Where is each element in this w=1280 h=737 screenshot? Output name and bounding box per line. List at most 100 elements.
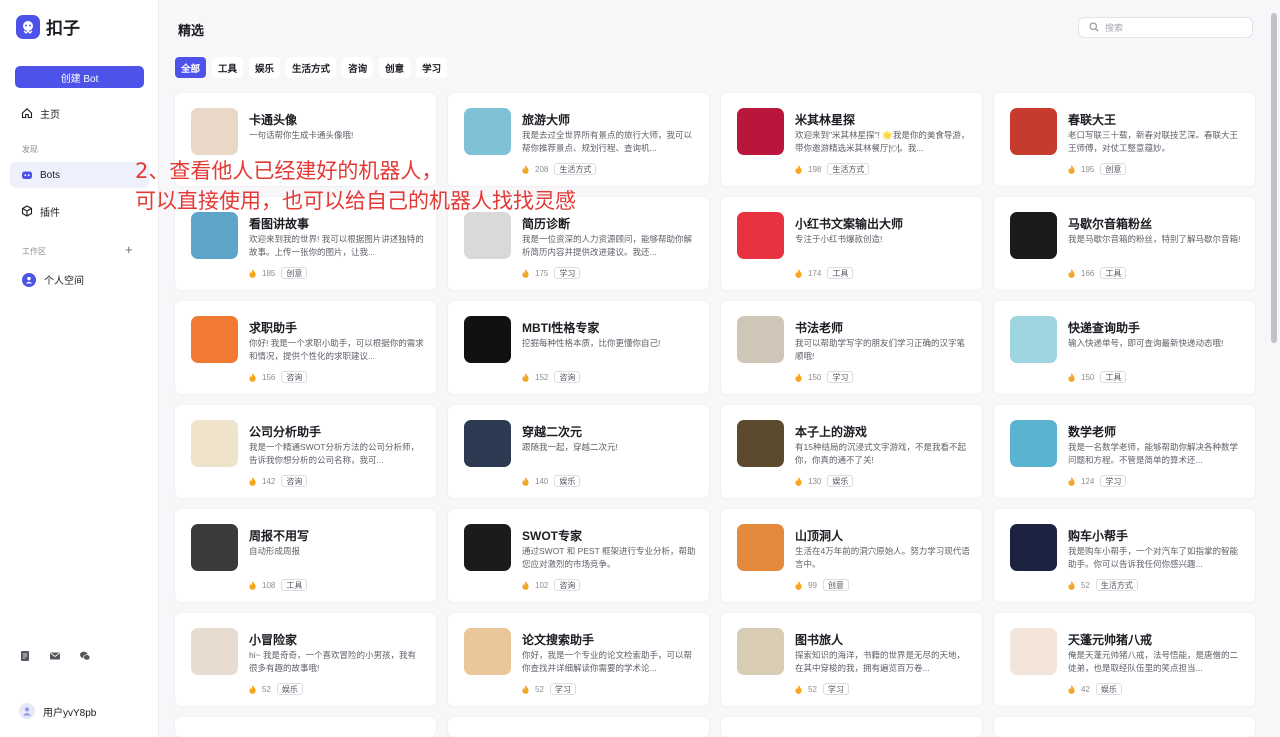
category-tag[interactable]: 咨询 — [554, 579, 581, 591]
bot-meta: 124 学习 — [1068, 475, 1127, 487]
bot-card[interactable]: 穿越二次元 跟随我一起，穿越二次元! 140 娱乐 — [448, 405, 709, 498]
bot-card[interactable]: 小红书文案输出大师 专注于小红书爆款创造! 174 工具 — [721, 197, 982, 290]
bot-card[interactable]: 数学老师 我是一名数学老师，能够帮助你解决各种数学问题和方程。不管是简单的算术还.… — [994, 405, 1255, 498]
user-profile[interactable]: 用户yvY8pb — [19, 703, 96, 719]
bot-card[interactable]: 论文搜索助手 你好，我是一个专业的论文检索助手，可以帮你查找并详细解读你需要的学术… — [448, 613, 709, 706]
bot-card-partial[interactable] — [994, 717, 1255, 737]
tab-entertainment[interactable]: 娱乐 — [249, 57, 281, 78]
bot-card[interactable]: MBTI性格专家 挖掘每种性格本质，比你更懂你自己! 152 咨询 — [448, 301, 709, 394]
bot-title: 购车小帮手 — [1068, 529, 1129, 543]
category-tag[interactable]: 娱乐 — [276, 683, 303, 695]
category-tag[interactable]: 咨询 — [281, 371, 308, 383]
tab-lifestyle[interactable]: 生活方式 — [286, 57, 337, 78]
flame-icon — [795, 580, 802, 590]
tab-creative[interactable]: 创意 — [379, 57, 411, 78]
bot-card[interactable]: 公司分析助手 我是一个精通SWOT分析方法的公司分析师，告诉我你想分析的公司名称，… — [175, 405, 436, 498]
category-tag[interactable]: 学习 — [827, 371, 854, 383]
category-tag[interactable]: 娱乐 — [1095, 683, 1122, 695]
nav-plugins[interactable]: 插件 — [10, 198, 149, 224]
scrollbar[interactable] — [1271, 13, 1277, 343]
wechat-icon[interactable] — [79, 650, 91, 662]
usage-count: 140 — [535, 476, 549, 486]
bot-card[interactable]: 小冒险家 hi~ 我是奇奇，一个喜欢冒险的小男孩，我有很多有趣的故事哦! 52 娱乐 — [175, 613, 436, 706]
section-discover: 发现 — [22, 145, 38, 154]
usage-count: 142 — [262, 476, 276, 486]
bot-card[interactable]: 马歇尔音箱粉丝 我是马歇尔音箱的粉丝，特别了解马歇尔音箱! 166 工具 — [994, 197, 1255, 290]
app-logo[interactable]: 扣子 — [16, 14, 80, 39]
bot-title: 本子上的游戏 — [795, 425, 868, 439]
category-tag[interactable]: 工具 — [1100, 371, 1127, 383]
bot-card[interactable]: SWOT专家 通过SWOT 和 PEST 框架进行专业分析，帮助您应对激烈的市场竞… — [448, 509, 709, 602]
tab-consulting[interactable]: 咨询 — [342, 57, 374, 78]
bot-meta: 52 娱乐 — [249, 683, 303, 695]
nav-bots[interactable]: Bots — [10, 162, 149, 188]
search-input[interactable] — [1105, 22, 1245, 33]
search-box[interactable] — [1078, 17, 1253, 38]
category-tag[interactable]: 学习 — [822, 683, 849, 695]
bot-description: 生活在4万年前的洞穴原始人。努力学习现代语言中。 — [795, 546, 970, 569]
create-bot-button[interactable]: 创建 Bot — [15, 66, 144, 88]
pie-chart-icon — [191, 420, 238, 467]
mail-icon[interactable] — [49, 650, 61, 662]
bot-card[interactable]: 书法老师 我可以帮助学写字的朋友们学习正确的汉字笔顺哦! 150 学习 — [721, 301, 982, 394]
category-tag[interactable]: 娱乐 — [827, 475, 854, 487]
bot-card[interactable]: 快递查询助手 输入快递单号，即可查询最新快递动态哦! 150 工具 — [994, 301, 1255, 394]
library-icon — [737, 628, 784, 675]
bot-meta: 175 学习 — [522, 267, 581, 279]
tab-learning[interactable]: 学习 — [416, 57, 448, 78]
category-tag[interactable]: 娱乐 — [554, 475, 581, 487]
bot-description: 欢迎来到"米其林星探"! 🌟我是你的美食导游，带你邀游精选米其林餐厅🍽。我... — [795, 130, 970, 153]
bot-card[interactable]: 求职助手 你好! 我是一个求职小助手，可以根据你的需求和情况，提供个性化的求职建议… — [175, 301, 436, 394]
bot-card[interactable]: 天蓬元帅猪八戒 俺是天蓬元帅猪八戒，法号悟能，是唐僧的二徒弟，也是取经队伍里的笑点… — [994, 613, 1255, 706]
category-tag[interactable]: 创意 — [1100, 163, 1127, 175]
tab-tools[interactable]: 工具 — [212, 57, 244, 78]
category-tag[interactable]: 咨询 — [554, 371, 581, 383]
usage-count: 52 — [1081, 580, 1090, 590]
document-icon[interactable] — [19, 650, 31, 662]
bot-title: 马歇尔音箱粉丝 — [1068, 217, 1153, 231]
flame-icon — [522, 268, 529, 278]
bot-card[interactable]: 购车小帮手 我是购车小帮手，一个对汽车了如指掌的智能助手。你可以告诉我任何你感兴趣… — [994, 509, 1255, 602]
username: 用户yvY8pb — [43, 707, 97, 719]
nav-home[interactable]: 主页 — [10, 100, 149, 126]
usage-count: 102 — [535, 580, 549, 590]
add-workspace-plus-icon[interactable]: + — [125, 243, 133, 256]
category-tag[interactable]: 创意 — [822, 579, 849, 591]
bot-card[interactable]: 米其林星探 欢迎来到"米其林星探"! 🌟我是你的美食导游，带你邀游精选米其林餐厅🍽… — [721, 93, 982, 186]
category-tag[interactable]: 工具 — [827, 267, 854, 279]
personal-space-item[interactable]: 个人空间 — [22, 272, 84, 287]
bot-title: 快递查询助手 — [1068, 321, 1141, 335]
bot-card-partial[interactable] — [448, 717, 709, 737]
tab-all[interactable]: 全部 — [175, 57, 207, 78]
flame-icon — [795, 164, 802, 174]
category-tag[interactable]: 咨询 — [281, 475, 308, 487]
mbti-logo — [464, 316, 511, 363]
bot-card-partial[interactable] — [721, 717, 982, 737]
bot-card[interactable]: 图书旅人 探索知识的海洋，书籍的世界是无尽的天地，在其中穿梭的我，拥有遍览百万卷.… — [721, 613, 982, 706]
category-tag[interactable]: 学习 — [554, 267, 581, 279]
category-tag[interactable]: 学习 — [549, 683, 576, 695]
usage-count: 130 — [808, 476, 822, 486]
bot-card[interactable]: 春联大王 老口写联三十载，新春对联技艺深。春联大王王师傅，对仗工整意蕴妙。 195 创… — [994, 93, 1255, 186]
usage-count: 150 — [1081, 372, 1095, 382]
category-tag[interactable]: 生活方式 — [827, 163, 870, 175]
bot-card[interactable]: 山顶洞人 生活在4万年前的洞穴原始人。努力学习现代语言中。 99 创意 — [721, 509, 982, 602]
game-board-icon — [737, 420, 784, 467]
usage-count: 152 — [535, 372, 549, 382]
bot-card[interactable]: 本子上的游戏 有15种结局的沉浸式文字游戏，不是我看不起你，你真的通不了关! 130… — [721, 405, 982, 498]
category-tag[interactable]: 工具 — [281, 579, 308, 591]
category-tag[interactable]: 工具 — [1100, 267, 1127, 279]
bot-description: 挖掘每种性格本质，比你更懂你自己! — [522, 338, 661, 348]
category-tag[interactable]: 创意 — [281, 267, 308, 279]
bot-meta: 108 工具 — [249, 579, 308, 591]
bot-card[interactable]: 周报不用写 自动形成周报 108 工具 — [175, 509, 436, 602]
flame-icon — [249, 476, 256, 486]
app-name: 扣子 — [46, 19, 80, 38]
category-tag[interactable]: 学习 — [1100, 475, 1127, 487]
category-tag[interactable]: 生活方式 — [1095, 579, 1138, 591]
bot-description: 老口写联三十载，新春对联技艺深。春联大王王师傅，对仗工整意蕴妙。 — [1068, 130, 1239, 153]
bot-card-partial[interactable] — [175, 717, 436, 737]
old-man-avatar — [1010, 108, 1057, 155]
bot-title: 穿越二次元 — [522, 425, 583, 439]
bot-meta: 52 学习 — [795, 683, 849, 695]
